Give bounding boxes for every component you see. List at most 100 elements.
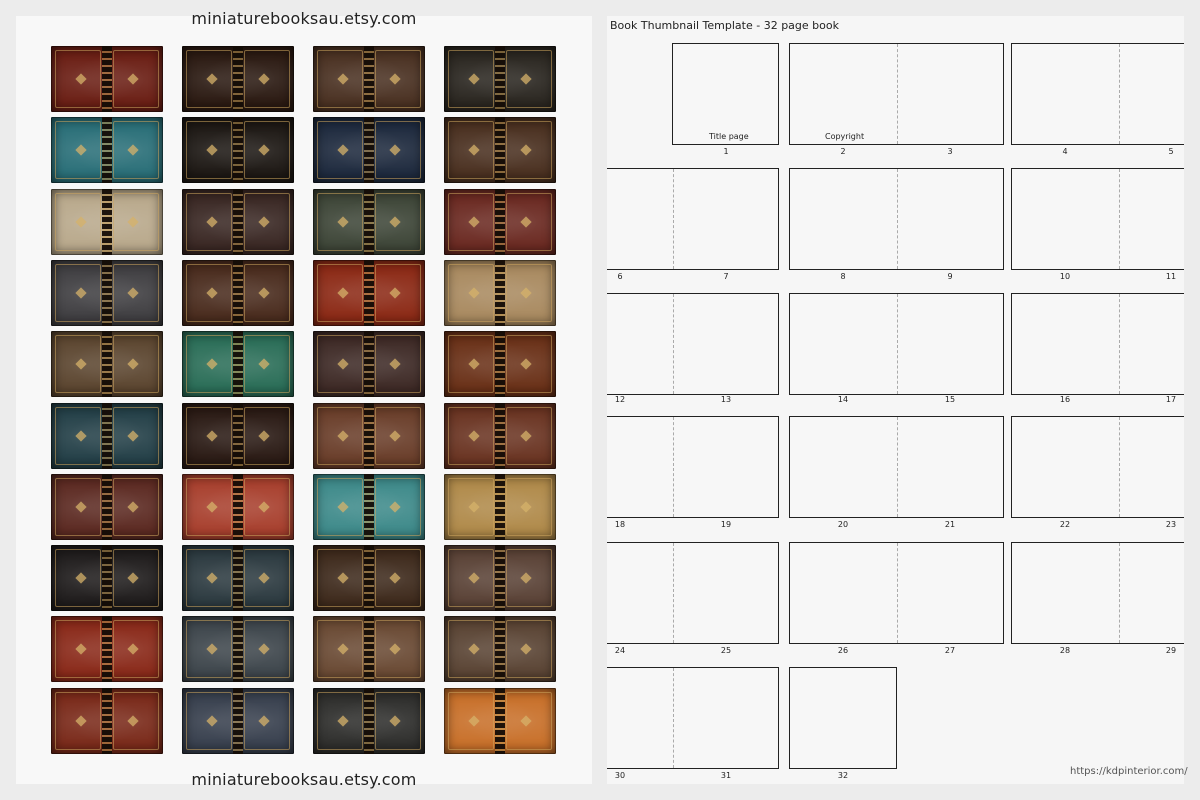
page-number: 13	[720, 395, 732, 404]
gutter-line	[673, 169, 674, 269]
book-spine	[233, 616, 243, 682]
book-cover-thumbnail	[182, 331, 294, 397]
book-spine	[495, 260, 505, 326]
page-number: 14	[837, 395, 849, 404]
book-spine	[495, 545, 505, 611]
gutter-line	[673, 668, 674, 768]
page-number: 1	[723, 147, 729, 156]
book-cover-thumbnail	[444, 46, 556, 112]
book-cover-thumbnail	[313, 474, 425, 540]
book-cover-thumbnail	[182, 474, 294, 540]
page-number: 25	[720, 646, 732, 655]
gutter-line	[897, 44, 898, 144]
book-cover-thumbnail	[313, 616, 425, 682]
book-cover-thumbnail	[51, 260, 163, 326]
page-number: 31	[720, 771, 732, 780]
gutter-line	[897, 417, 898, 517]
gutter-line	[897, 169, 898, 269]
book-cover-thumbnail	[51, 688, 163, 754]
title-page-label: Title page	[709, 132, 749, 141]
gutter-line	[1119, 543, 1120, 643]
book-spine	[364, 474, 374, 540]
book-spine	[102, 189, 112, 255]
page-number: 27	[944, 646, 956, 655]
book-spine	[364, 545, 374, 611]
book-spine	[364, 331, 374, 397]
book-cover-thumbnail	[182, 260, 294, 326]
book-cover-thumbnail	[444, 474, 556, 540]
book-spine	[233, 403, 243, 469]
book-cover-thumbnail	[51, 117, 163, 183]
spread-box-4-5	[1011, 43, 1184, 145]
page-number: 22	[1059, 520, 1071, 529]
book-spine	[364, 616, 374, 682]
spread-box-16-17	[1011, 293, 1184, 395]
book-cover-thumbnail	[444, 117, 556, 183]
book-spine	[102, 616, 112, 682]
book-spine	[102, 46, 112, 112]
book-cover-thumbnail	[313, 189, 425, 255]
book-cover-thumbnail	[313, 46, 425, 112]
page-number: 32	[837, 771, 849, 780]
page-number: 8	[840, 272, 846, 281]
spread-box-26-27	[789, 542, 1004, 644]
book-spine	[495, 117, 505, 183]
gutter-line	[673, 543, 674, 643]
gutter-line	[1119, 44, 1120, 144]
book-cover-thumbnail	[313, 403, 425, 469]
book-cover-thumbnail	[182, 117, 294, 183]
gutter-line	[1119, 294, 1120, 394]
book-spine	[495, 688, 505, 754]
copyright-label: Copyright	[825, 132, 865, 141]
book-spine	[364, 403, 374, 469]
book-cover-thumbnail	[313, 260, 425, 326]
spread-box-14-15	[789, 293, 1004, 395]
book-cover-thumbnail	[444, 260, 556, 326]
page-number: 19	[720, 520, 732, 529]
page-number: 24	[614, 646, 626, 655]
book-cover-thumbnail	[51, 545, 163, 611]
book-spine	[102, 403, 112, 469]
book-spine	[233, 189, 243, 255]
page-box-32	[789, 667, 897, 769]
book-cover-thumbnail	[444, 189, 556, 255]
book-spine	[233, 46, 243, 112]
book-spine	[495, 616, 505, 682]
page-number: 2	[840, 147, 846, 156]
book-spine	[102, 260, 112, 326]
page-number: 12	[614, 395, 626, 404]
book-cover-thumbnail	[313, 117, 425, 183]
book-spine	[364, 189, 374, 255]
book-cover-thumbnail	[444, 545, 556, 611]
book-spine	[364, 46, 374, 112]
page-number: 5	[1168, 147, 1174, 156]
book-spine	[102, 688, 112, 754]
page-number: 9	[947, 272, 953, 281]
gutter-line	[897, 543, 898, 643]
book-cover-thumbnail	[182, 545, 294, 611]
book-spine	[233, 331, 243, 397]
book-cover-thumbnail	[51, 46, 163, 112]
page-number: 20	[837, 520, 849, 529]
gutter-line	[897, 294, 898, 394]
gutter-line	[673, 294, 674, 394]
cover-sheet: miniaturebooksau.etsy.com miniaturebooks…	[16, 9, 592, 789]
book-cover-thumbnail	[313, 331, 425, 397]
page-number: 10	[1059, 272, 1071, 281]
book-spine	[233, 260, 243, 326]
book-cover-thumbnail	[182, 688, 294, 754]
book-spine	[102, 331, 112, 397]
book-spine	[233, 688, 243, 754]
spread-box-8-9	[789, 168, 1004, 270]
spread-box-22-23	[1011, 416, 1184, 518]
book-cover-thumbnail	[51, 331, 163, 397]
book-spine	[102, 117, 112, 183]
book-cover-thumbnail	[182, 403, 294, 469]
book-cover-thumbnail	[51, 616, 163, 682]
page-number: 7	[723, 272, 729, 281]
page-number: 4	[1062, 147, 1068, 156]
book-spine	[102, 545, 112, 611]
book-cover-thumbnail	[182, 189, 294, 255]
book-cover-thumbnail	[51, 403, 163, 469]
page-number: 21	[944, 520, 956, 529]
